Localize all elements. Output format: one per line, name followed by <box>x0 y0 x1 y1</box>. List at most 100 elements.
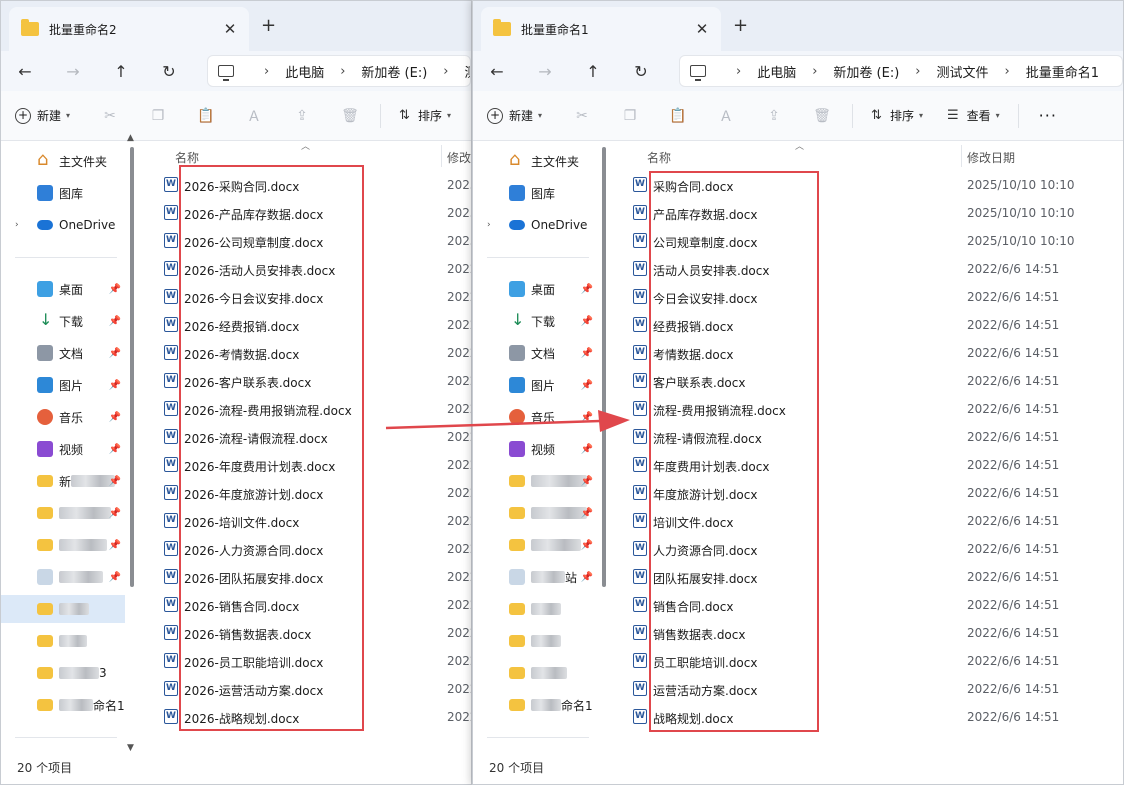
pin-icon[interactable]: 📌 <box>109 284 121 295</box>
file-row[interactable]: W 2026-年度旅游计划.docx 2022 <box>151 479 471 507</box>
pin-icon[interactable]: 📌 <box>581 380 593 391</box>
chevron-right-icon[interactable]: › <box>15 220 19 230</box>
sidebar-item-videos[interactable]: 视频 📌 <box>1 435 125 463</box>
file-row[interactable]: W 2026-产品库存数据.docx 2025 <box>151 199 471 227</box>
column-header-modified[interactable]: 修改日期 <box>967 145 1015 169</box>
sidebar-item-gallery[interactable]: 图库 <box>473 179 597 207</box>
file-row[interactable]: W 2026-员工职能培训.docx 2022 <box>151 647 471 675</box>
view-button[interactable]: ☰ 查看 ▾ <box>947 107 1000 124</box>
pin-icon[interactable]: 📌 <box>581 412 593 423</box>
file-row[interactable]: W 2026-销售数据表.docx 2022 <box>151 619 471 647</box>
chevron-right-icon[interactable]: › <box>487 220 491 230</box>
paste-icon[interactable]: 📋 <box>182 108 230 124</box>
file-row[interactable]: W 2026-年度费用计划表.docx 2022 <box>151 451 471 479</box>
file-row[interactable]: W 2026-战略规划.docx 2022 <box>151 703 471 731</box>
scroll-down-icon[interactable]: ▼ <box>127 743 134 753</box>
tab-rename1[interactable]: 批量重命名1 ✕ <box>481 7 721 51</box>
rename-icon[interactable]: Ａ <box>230 106 278 126</box>
sidebar-item-downloads[interactable]: 下载📌 <box>1 307 125 335</box>
sidebar-item-folder[interactable]: 新 📌 <box>1 467 125 495</box>
breadcrumb-item[interactable]: 测 <box>465 62 471 81</box>
pin-icon[interactable]: 📌 <box>109 508 121 519</box>
scrollbar-thumb[interactable] <box>602 147 606 587</box>
breadcrumb-item[interactable]: 新加卷 (E:) <box>361 62 427 81</box>
pin-icon[interactable]: 📌 <box>109 316 121 327</box>
pin-icon[interactable]: 📌 <box>581 284 593 295</box>
pin-icon[interactable]: 📌 <box>581 540 593 551</box>
new-button[interactable]: + 新建 ▾ <box>487 107 542 124</box>
tab-rename2[interactable]: 批量重命名2 ✕ <box>9 7 249 51</box>
file-row[interactable]: W 销售数据表.docx 2022/6/6 14:51 <box>623 619 1123 647</box>
file-row[interactable]: W 流程-费用报销流程.docx 2022/6/6 14:51 <box>623 395 1123 423</box>
sidebar-item-folder[interactable]: 📌 <box>473 467 597 495</box>
breadcrumb-item[interactable]: 批量重命名1 <box>1026 62 1099 81</box>
rename-icon[interactable]: Ａ <box>702 106 750 126</box>
copy-icon[interactable]: ❐ <box>134 108 182 124</box>
breadcrumb-item[interactable]: 测试文件 <box>937 62 989 81</box>
back-icon[interactable]: ← <box>1 62 49 81</box>
file-row[interactable]: W 2026-考情数据.docx 2022 <box>151 339 471 367</box>
file-row[interactable]: W 2026-采购合同.docx 2025 <box>151 171 471 199</box>
sidebar-item-folder[interactable] <box>473 595 597 623</box>
sidebar-item-downloads[interactable]: 下载📌 <box>473 307 597 335</box>
file-row[interactable]: W 团队拓展安排.docx 2022/6/6 14:51 <box>623 563 1123 591</box>
sidebar-item-onedrive[interactable]: › OneDrive <box>473 211 597 239</box>
new-button[interactable]: + 新建 ▾ <box>15 107 70 124</box>
pin-icon[interactable]: 📌 <box>581 316 593 327</box>
file-row[interactable]: W 2026-培训文件.docx 2022 <box>151 507 471 535</box>
column-divider[interactable] <box>441 145 442 167</box>
sidebar-item-pictures[interactable]: 图片 📌 <box>473 371 597 399</box>
pin-icon[interactable]: 📌 <box>109 444 121 455</box>
file-row[interactable]: W 活动人员安排表.docx 2022/6/6 14:51 <box>623 255 1123 283</box>
refresh-icon[interactable]: ↻ <box>145 62 193 81</box>
breadcrumb-item[interactable]: 新加卷 (E:) <box>833 62 899 81</box>
file-row[interactable]: W 2026-销售合同.docx 2022 <box>151 591 471 619</box>
file-row[interactable]: W 经费报销.docx 2022/6/6 14:51 <box>623 311 1123 339</box>
pin-icon[interactable]: 📌 <box>581 348 593 359</box>
address-bar[interactable]: › 此电脑 › 新加卷 (E:) › 测试文件 › 批量重命名1 <box>679 55 1123 87</box>
file-row[interactable]: W 公司规章制度.docx 2025/10/10 10:10 <box>623 227 1123 255</box>
file-row[interactable]: W 销售合同.docx 2022/6/6 14:51 <box>623 591 1123 619</box>
file-row[interactable]: W 产品库存数据.docx 2025/10/10 10:10 <box>623 199 1123 227</box>
sidebar-item-folder[interactable]: 📌 <box>473 531 597 559</box>
sidebar-item-folder[interactable]: 📌 <box>473 499 597 527</box>
breadcrumb-item[interactable]: 此电脑 <box>757 62 796 81</box>
file-row[interactable]: W 年度旅游计划.docx 2022/6/6 14:51 <box>623 479 1123 507</box>
sidebar-item-desktop[interactable]: 桌面 📌 <box>473 275 597 303</box>
file-row[interactable]: W 2026-运营活动方案.docx 2022 <box>151 675 471 703</box>
file-row[interactable]: W 客户联系表.docx 2022/6/6 14:51 <box>623 367 1123 395</box>
sidebar-item-desktop[interactable]: 桌面 📌 <box>1 275 125 303</box>
file-row[interactable]: W 培训文件.docx 2022/6/6 14:51 <box>623 507 1123 535</box>
sidebar-item-folder[interactable] <box>1 595 125 623</box>
sidebar-scrollbar[interactable] <box>129 147 135 747</box>
pin-icon[interactable]: 📌 <box>581 572 593 583</box>
file-row[interactable]: W 2026-活动人员安排表.docx 2022 <box>151 255 471 283</box>
delete-icon[interactable]: 🗑 <box>798 108 846 124</box>
pin-icon[interactable]: 📌 <box>109 380 121 391</box>
scrollbar-thumb[interactable] <box>130 147 134 587</box>
file-row[interactable]: W 运营活动方案.docx 2022/6/6 14:51 <box>623 675 1123 703</box>
sidebar-item-home[interactable]: 主文件夹 <box>473 147 597 175</box>
share-icon[interactable]: ⇪ <box>750 108 798 124</box>
close-icon[interactable]: ✕ <box>219 20 241 38</box>
column-divider[interactable] <box>961 145 962 167</box>
file-row[interactable]: W 考情数据.docx 2022/6/6 14:51 <box>623 339 1123 367</box>
column-header-modified[interactable]: 修改 <box>447 145 471 169</box>
sidebar-scrollbar[interactable] <box>601 147 607 747</box>
sidebar-item-documents[interactable]: 文档 📌 <box>473 339 597 367</box>
file-row[interactable]: W 人力资源合同.docx 2022/6/6 14:51 <box>623 535 1123 563</box>
sidebar-item-folder[interactable] <box>473 659 597 687</box>
column-header-name[interactable]: 名称 <box>647 145 671 169</box>
sidebar-item-folder[interactable]: 📌 <box>1 499 125 527</box>
sidebar-item-home[interactable]: 主文件夹 <box>1 147 125 175</box>
file-row[interactable]: W 2026-流程-请假流程.docx 2022 <box>151 423 471 451</box>
sidebar-item-folder[interactable]: 3 <box>1 659 125 687</box>
file-row[interactable]: W 采购合同.docx 2025/10/10 10:10 <box>623 171 1123 199</box>
close-icon[interactable]: ✕ <box>691 20 713 38</box>
sidebar-item-folder[interactable]: 命名1 <box>473 691 597 719</box>
delete-icon[interactable]: 🗑 <box>326 108 374 124</box>
file-row[interactable]: W 今日会议安排.docx 2022/6/6 14:51 <box>623 283 1123 311</box>
pin-icon[interactable]: 📌 <box>581 476 593 487</box>
address-bar[interactable]: › 此电脑 › 新加卷 (E:) › 测 <box>207 55 471 87</box>
add-tab-icon[interactable]: + <box>733 15 748 36</box>
